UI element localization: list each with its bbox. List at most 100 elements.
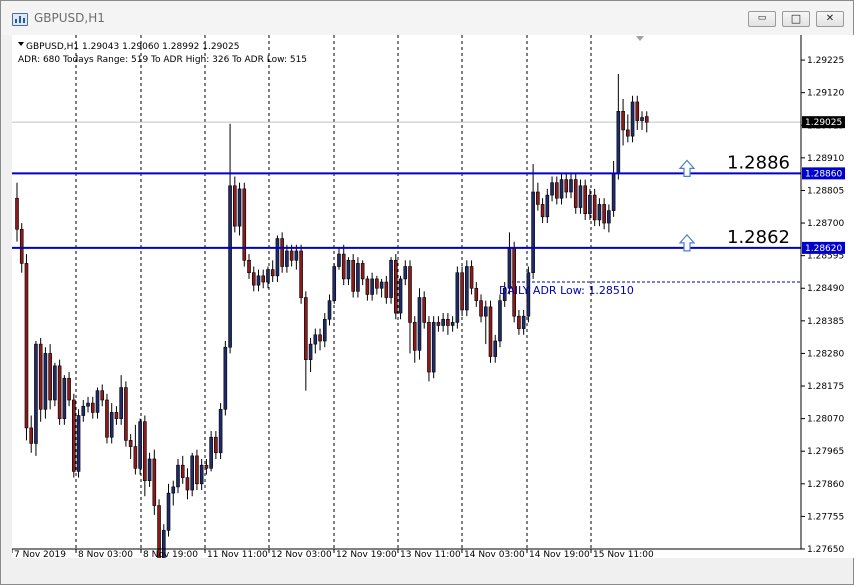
candle-body: [15, 197, 19, 230]
candle-body: [133, 446, 138, 469]
header-adr-line: ADR: 680 Todays Range: 519 To ADR High: …: [18, 55, 307, 65]
candle-body: [270, 269, 275, 277]
candle-body: [67, 377, 71, 401]
candle-body: [147, 458, 152, 482]
candle-body: [607, 210, 611, 224]
candle-body: [588, 194, 592, 215]
candle-body: [275, 238, 280, 277]
candle-body: [597, 204, 602, 221]
candle-body: [408, 266, 412, 323]
level-big-label: 1.2886: [727, 152, 790, 173]
candle-body: [465, 266, 469, 311]
window-title: GBPUSD,H1: [34, 11, 105, 25]
candle-body: [412, 322, 417, 351]
y-axis-label: 1.29120: [807, 89, 844, 99]
candle-body: [337, 253, 341, 267]
candle-body: [285, 250, 289, 267]
candle-body: [109, 412, 114, 438]
candle-body: [365, 278, 370, 295]
candle-body: [218, 409, 223, 454]
candle-body: [512, 247, 516, 317]
chart-window-icon: [12, 13, 28, 26]
candle-body: [289, 250, 294, 261]
candle-body: [327, 300, 332, 320]
candle-body: [233, 185, 237, 227]
candle-body: [644, 116, 649, 123]
window-titlebar[interactable]: GBPUSD,H1 ▭ □ ✕: [1, 1, 853, 35]
candle-body: [517, 315, 521, 329]
candle-body: [616, 110, 621, 174]
candle-body: [460, 272, 464, 311]
level-price-tag-label: 1.28860: [805, 169, 842, 179]
y-axis-label: 1.28280: [807, 349, 844, 359]
candle-body: [578, 185, 583, 208]
x-axis-label: 14 Nov 03:00: [464, 550, 525, 558]
candle-body: [611, 173, 616, 211]
candle-body: [469, 266, 474, 289]
candle-body: [384, 281, 389, 298]
candle-body: [441, 318, 445, 326]
candle-body: [635, 101, 640, 121]
candle-body: [105, 399, 109, 438]
x-axis-label: 14 Nov 19:00: [529, 550, 590, 558]
candle-body: [223, 346, 228, 410]
level-price-tag-label: 1.28620: [805, 244, 842, 254]
candle-body: [57, 365, 62, 419]
restore-button[interactable]: □: [782, 11, 810, 27]
candle-body: [573, 179, 578, 208]
candle-body: [360, 263, 365, 280]
chart-area[interactable]: 1.2886 1.2862 DAILY ADR Low: 1.28510 7 Nov…: [11, 35, 854, 568]
x-axis-label: 13 Nov 11:00: [400, 550, 461, 558]
y-axis-label: 1.27860: [807, 480, 844, 490]
candle-body: [251, 272, 256, 286]
adr-low-label: DAILY ADR Low: 1.28510: [499, 284, 634, 297]
candle-body: [403, 266, 408, 280]
candle-body: [247, 260, 251, 274]
candle-body: [569, 179, 573, 193]
candle-body: [171, 486, 176, 494]
x-axis-label: 11 Nov 11:00: [207, 550, 268, 558]
candle-body: [180, 464, 185, 478]
candle-body: [626, 129, 630, 137]
candle-body: [294, 250, 299, 261]
candle-body: [24, 263, 29, 429]
y-axis-label: 1.28700: [807, 219, 844, 229]
candle-body: [143, 421, 147, 482]
candle-body: [427, 322, 431, 373]
candle-body: [95, 390, 100, 413]
x-axis-label: 7 Nov 2019: [14, 550, 66, 558]
candle-body: [493, 340, 498, 357]
candle-body: [124, 387, 128, 441]
y-axis-label: 1.28070: [807, 415, 844, 425]
candle-body: [166, 492, 171, 531]
candle-body: [152, 458, 157, 506]
candle-body: [304, 297, 308, 360]
y-axis-label: 1.28805: [807, 186, 844, 196]
candle-body: [176, 464, 180, 488]
minimize-button[interactable]: ▭: [748, 11, 776, 27]
candle-body: [507, 247, 512, 289]
candle-body: [228, 185, 232, 348]
y-axis-label: 1.27650: [807, 545, 844, 555]
y-axis-label: 1.28490: [807, 284, 844, 294]
candle-body: [318, 334, 322, 342]
candle-body: [559, 179, 564, 199]
candle-body: [592, 194, 597, 221]
price-chart[interactable]: 1.2886 1.2862 DAILY ADR Low: 1.28510 7 Nov…: [11, 35, 854, 568]
y-axis-label: 1.27965: [807, 447, 844, 457]
candle-body: [564, 179, 569, 193]
candle-body: [119, 387, 123, 419]
candle-body: [602, 204, 606, 224]
candle-body: [62, 377, 67, 419]
candle-body: [86, 402, 90, 407]
x-axis-label: 8 Nov 03:00: [78, 550, 133, 558]
candle-body: [379, 281, 384, 289]
candle-body: [370, 278, 374, 295]
candle-body: [455, 272, 460, 323]
candle-body: [431, 322, 436, 373]
candle-body: [299, 250, 303, 298]
close-button[interactable]: ✕: [816, 11, 844, 27]
chart-window: GBPUSD,H1 ▭ □ ✕ 1.2886 1.2862 DAILY ADR Lo…: [0, 0, 854, 585]
x-axis-label: 12 Nov 03:00: [271, 550, 332, 558]
candle-body: [540, 204, 545, 218]
